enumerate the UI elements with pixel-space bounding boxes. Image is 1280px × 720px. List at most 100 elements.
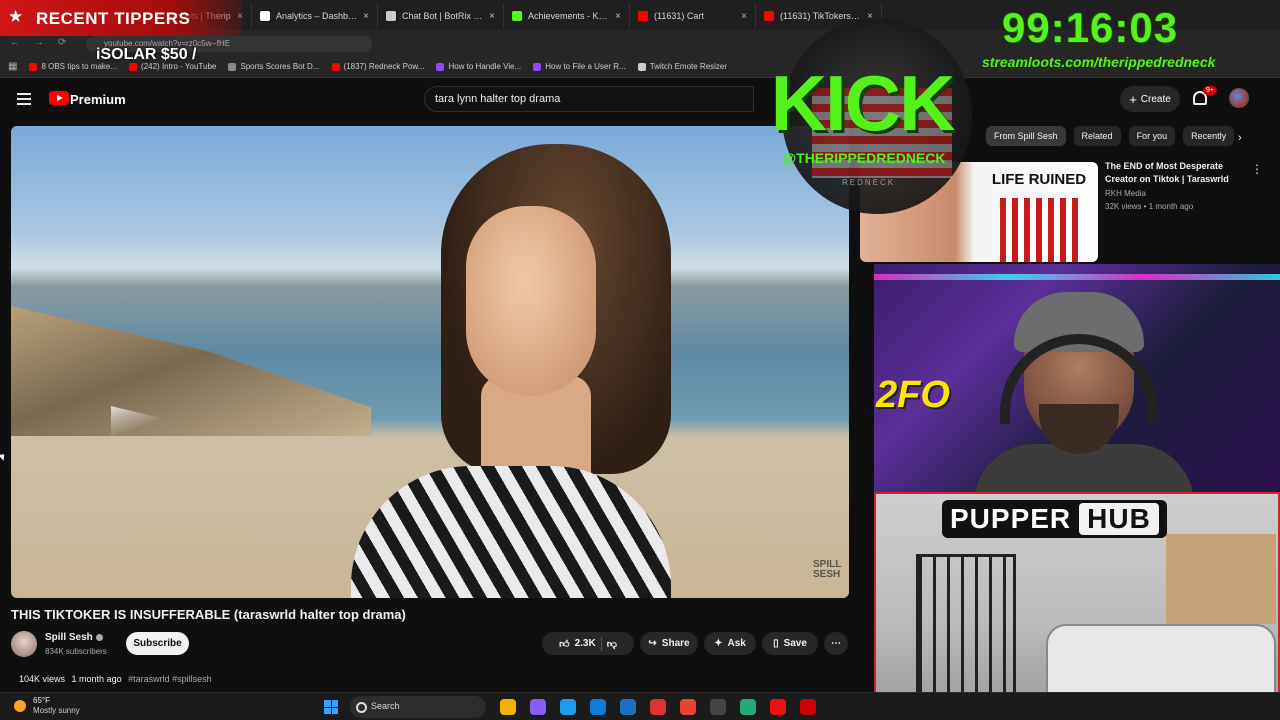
taskbar-app-icon[interactable] <box>710 699 726 715</box>
subathon-timer: 99:16:03 <box>1002 4 1179 51</box>
recent-tippers-title: RECENT TIPPERS <box>36 9 191 28</box>
video-player[interactable]: SPILL SESH <box>11 126 849 598</box>
bookmark-favicon-icon <box>29 62 38 71</box>
share-button[interactable]: ↪ Share <box>640 632 698 655</box>
ask-button[interactable]: ✦ Ask <box>704 632 756 655</box>
browser-tab[interactable]: Analytics – Dashboard × <box>252 3 378 29</box>
taskbar-app-icon[interactable] <box>800 699 816 715</box>
star-icon: ★ <box>8 7 24 26</box>
bookmark-item[interactable]: How to Handle Vie... <box>436 62 521 71</box>
bookmark-item[interactable]: Twitch Emote Resizer <box>637 62 727 71</box>
recommendation-title[interactable]: The END of Most Desperate Creator on Tik… <box>1105 160 1245 186</box>
video-person-face <box>466 206 596 396</box>
filter-chip[interactable]: Related <box>1073 126 1121 146</box>
filter-chip[interactable]: Recently <box>1183 126 1235 146</box>
tab-favicon-icon <box>638 11 648 21</box>
verified-icon <box>95 633 103 641</box>
browser-tab[interactable]: Chat Bot | BotRix – G × <box>378 3 504 29</box>
bookmark-label: (1837) Redneck Pow... <box>343 62 425 71</box>
tab-title: (11631) Cart <box>654 11 704 21</box>
screen: ×Streamloots | Therip×Analytics – Dashbo… <box>0 0 1280 720</box>
youtube-header: Premium tara lynn halter top drama + Cre… <box>0 78 1280 122</box>
apps-grid-icon[interactable]: ▦ <box>8 61 17 72</box>
subscriber-count: 834K subscribers <box>45 647 107 656</box>
like-button[interactable]: 👍︎ 2.3K <box>559 638 596 650</box>
more-vertical-icon[interactable]: ⋮ <box>1251 162 1263 176</box>
filter-chips: From Spill Sesh Related For you Recently <box>986 126 1235 146</box>
taskbar-app-icon[interactable] <box>740 699 756 715</box>
recent-tippers-banner: ★ RECENT TIPPERS <box>0 0 242 36</box>
taskbar-app-icon[interactable] <box>680 699 696 715</box>
browser-tab[interactable]: Achievements - Kick D × <box>504 3 630 29</box>
tab-title: Analytics – Dashboard <box>276 11 358 21</box>
thumbs-down-icon[interactable]: 👎︎ <box>607 638 617 650</box>
back-icon[interactable]: ← <box>10 37 20 48</box>
weather-description[interactable]: Mostly sunny <box>33 706 80 715</box>
youtube-brand-label[interactable]: Premium <box>70 92 126 107</box>
streamer-webcam: 2FO <box>874 264 1280 494</box>
taskbar-app-icon[interactable] <box>500 699 516 715</box>
bookmark-favicon-icon <box>228 62 237 71</box>
sun-icon[interactable] <box>14 700 26 712</box>
pupper-hub-word-2: HUB <box>1079 503 1159 535</box>
forward-icon[interactable]: → <box>34 37 44 48</box>
video-description-meta[interactable]: 104K views 1 month ago #taraswrld #spill… <box>19 674 212 684</box>
webcam-sign: 2FO <box>876 374 950 416</box>
hashtags[interactable]: #taraswrld #spillsesh <box>128 674 212 684</box>
weather-temperature[interactable]: 65°F <box>33 696 50 705</box>
search-input[interactable]: tara lynn halter top drama <box>424 86 754 112</box>
more-actions-button[interactable]: ⋯ <box>824 632 848 655</box>
tab-close-icon[interactable]: × <box>741 11 747 22</box>
reload-icon[interactable]: ⟳ <box>58 37 66 48</box>
hamburger-menu-icon[interactable] <box>17 93 31 105</box>
tab-close-icon[interactable]: × <box>489 11 495 22</box>
taskbar-search[interactable]: Search <box>350 696 486 718</box>
taskbar-app-icon[interactable] <box>590 699 606 715</box>
browser-tab[interactable]: (11631) Cart × <box>630 3 756 29</box>
windows-taskbar: 65°F Mostly sunny Search <box>0 692 1280 720</box>
filter-chip[interactable]: From Spill Sesh <box>986 126 1066 146</box>
taskbar-app-icon[interactable] <box>650 699 666 715</box>
bookmark-item[interactable]: (1837) Redneck Pow... <box>331 62 425 71</box>
taskbar-app-icon[interactable] <box>530 699 546 715</box>
filter-chip[interactable]: For you <box>1128 126 1176 146</box>
taskbar-app-icon[interactable] <box>560 699 576 715</box>
dog-crate <box>916 554 1016 704</box>
youtube-logo-icon[interactable] <box>49 91 69 105</box>
channel-name[interactable]: Spill Sesh <box>45 632 103 643</box>
recommendation-channel[interactable]: RKH Media <box>1105 189 1146 198</box>
bookmark-label: How to File a User R... <box>545 62 626 71</box>
subscribe-button[interactable]: Subscribe <box>126 632 189 655</box>
bookmark-item[interactable]: How to File a User R... <box>533 62 626 71</box>
create-button[interactable]: + Create <box>1120 86 1180 112</box>
kick-wordmark: KICK <box>770 59 956 147</box>
channel-avatar[interactable] <box>11 631 37 657</box>
bookmark-item[interactable]: Sports Scores Bot D... <box>228 62 320 71</box>
bookmark-label: How to Handle Vie... <box>448 62 522 71</box>
taskbar-app-icon[interactable] <box>770 699 786 715</box>
led-lights <box>874 274 1280 280</box>
recent-tipper-entry: iSOLAR $50 / <box>96 46 197 63</box>
channel-name-text: Spill Sesh <box>45 632 93 643</box>
pupper-hub-logo: PUPPER HUB <box>942 500 1167 538</box>
kick-logo-badge: KICK @THERIPPEDREDNECK REDNECK <box>752 18 972 218</box>
shelf <box>1166 534 1276 624</box>
tab-close-icon[interactable]: × <box>363 11 369 22</box>
kick-badge-tag: REDNECK <box>842 178 896 187</box>
plus-icon: + <box>1129 91 1137 107</box>
tab-favicon-icon <box>386 11 396 21</box>
tab-close-icon[interactable]: × <box>615 11 621 22</box>
account-avatar[interactable] <box>1229 88 1249 108</box>
chevron-right-icon[interactable]: › <box>1238 132 1242 144</box>
taskbar-app-icon[interactable] <box>620 699 636 715</box>
upload-age: 1 month ago <box>71 674 122 684</box>
video-watermark: SPILL SESH <box>813 559 842 580</box>
mouse-cursor-icon <box>0 451 8 461</box>
tab-title: Chat Bot | BotRix – G <box>402 11 484 21</box>
save-playlist-icon: ▯ <box>773 638 779 649</box>
tab-favicon-icon <box>260 11 270 21</box>
save-button[interactable]: ▯ Save <box>762 632 818 655</box>
ask-label: Ask <box>727 638 746 649</box>
windows-start-icon[interactable] <box>324 700 338 714</box>
notification-count-badge: 9+ <box>1203 86 1217 95</box>
